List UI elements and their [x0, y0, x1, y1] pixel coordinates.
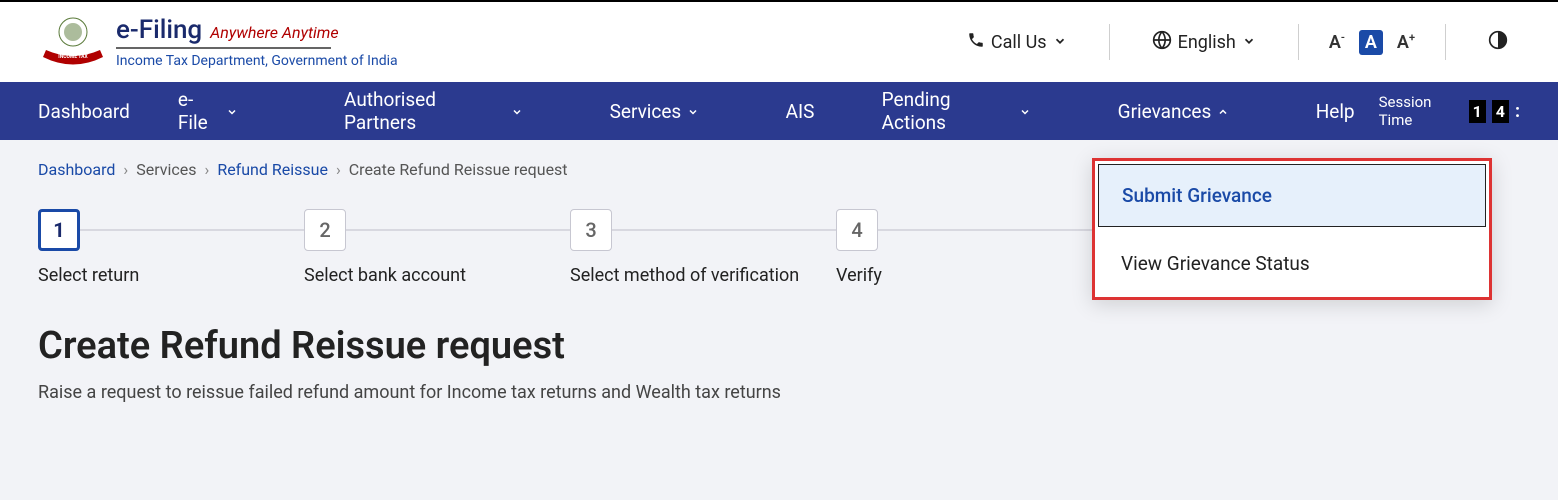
nav-grievances[interactable]: Grievances	[1094, 82, 1254, 140]
top-header: INCOME TAX e-Filing Anywhere Anytime Inc…	[0, 2, 1558, 82]
call-us-label: Call Us	[991, 32, 1047, 53]
text-size-controls: A- A A+	[1329, 30, 1415, 55]
emblem-icon: INCOME TAX	[38, 12, 108, 72]
step-number: 2	[304, 209, 346, 251]
step-label: Verify	[836, 265, 882, 286]
nav-label: Grievances	[1118, 100, 1212, 123]
page-title: Create Refund Reissue request	[38, 324, 1520, 368]
dropdown-submit-grievance[interactable]: Submit Grievance	[1098, 164, 1486, 227]
page-description: Raise a request to reissue failed refund…	[38, 382, 1520, 403]
contrast-icon	[1488, 30, 1508, 55]
step-label: Select return	[38, 265, 139, 286]
main-nav: Dashboard e-File Authorised Partners Ser…	[0, 82, 1558, 140]
session-digit-2: 4	[1492, 100, 1509, 123]
separator	[1445, 24, 1446, 60]
chevron-up-icon	[1217, 100, 1229, 123]
text-size-plus[interactable]: A+	[1397, 31, 1415, 53]
step-connector	[612, 229, 836, 231]
breadcrumb-sep: ›	[205, 160, 210, 179]
breadcrumb-dashboard[interactable]: Dashboard	[38, 160, 115, 179]
breadcrumb-services: Services	[136, 160, 196, 179]
dropdown-view-status[interactable]: View Grievance Status	[1095, 230, 1489, 297]
text-size-normal[interactable]: A	[1359, 30, 1383, 55]
phone-icon	[967, 31, 985, 54]
step-connector	[346, 229, 570, 231]
chevron-down-icon	[226, 100, 238, 123]
chevron-down-icon	[687, 100, 699, 123]
breadcrumb-sep: ›	[336, 160, 341, 179]
nav-partners[interactable]: Authorised Partners	[320, 82, 547, 140]
step-number: 1	[38, 209, 80, 251]
site-logo[interactable]: INCOME TAX e-Filing Anywhere Anytime Inc…	[38, 12, 398, 72]
session-label: Session Time	[1379, 93, 1463, 129]
chevron-down-icon	[1053, 32, 1067, 53]
call-us-button[interactable]: Call Us	[955, 31, 1079, 54]
nav-label: Services	[610, 100, 682, 123]
step-connector	[80, 229, 304, 231]
breadcrumb-sep: ›	[123, 160, 128, 179]
session-colon: :	[1515, 101, 1520, 122]
breadcrumb-refund[interactable]: Refund Reissue	[217, 160, 328, 179]
nav-pending[interactable]: Pending Actions	[858, 82, 1056, 140]
chevron-down-icon	[511, 100, 523, 123]
nav-label: Help	[1316, 100, 1355, 123]
nav-ais[interactable]: AIS	[762, 82, 839, 140]
breadcrumb-current: Create Refund Reissue request	[349, 160, 568, 179]
chevron-down-icon	[1242, 32, 1256, 53]
step-4[interactable]: 4 Verify	[836, 209, 1102, 286]
step-label: Select bank account	[304, 265, 466, 286]
globe-icon	[1152, 30, 1172, 55]
step-2[interactable]: 2 Select bank account	[304, 209, 570, 286]
nav-services[interactable]: Services	[586, 82, 724, 140]
nav-label: AIS	[786, 100, 815, 123]
session-digit-1: 1	[1469, 100, 1486, 123]
step-1[interactable]: 1 Select return	[38, 209, 304, 286]
step-number: 3	[570, 209, 612, 251]
contrast-toggle[interactable]	[1476, 30, 1520, 55]
logo-tagline: Anywhere Anytime	[210, 23, 338, 42]
separator	[1298, 24, 1299, 60]
nav-label: Authorised Partners	[344, 88, 505, 134]
nav-label: Dashboard	[38, 100, 130, 123]
text-size-minus[interactable]: A-	[1329, 31, 1345, 53]
separator	[1109, 24, 1110, 60]
svg-text:INCOME TAX: INCOME TAX	[58, 54, 88, 60]
language-label: English	[1178, 32, 1236, 53]
session-time: Session Time 1 4 :	[1379, 93, 1520, 129]
step-3[interactable]: 3 Select method of verification	[570, 209, 836, 286]
language-button[interactable]: English	[1140, 30, 1268, 55]
logo-main-text: e-Filing	[116, 15, 202, 45]
nav-label: e-File	[178, 88, 221, 134]
nav-dashboard[interactable]: Dashboard	[38, 82, 154, 140]
nav-label: Pending Actions	[882, 88, 1014, 134]
logo-subtitle: Income Tax Department, Government of Ind…	[116, 53, 398, 69]
chevron-down-icon	[1019, 100, 1031, 123]
grievances-dropdown: Submit Grievance View Grievance Status	[1092, 158, 1492, 300]
nav-help[interactable]: Help	[1292, 82, 1379, 140]
step-label: Select method of verification	[570, 265, 799, 286]
nav-efile[interactable]: e-File	[154, 82, 263, 140]
step-number: 4	[836, 209, 878, 251]
step-connector	[878, 229, 1102, 231]
